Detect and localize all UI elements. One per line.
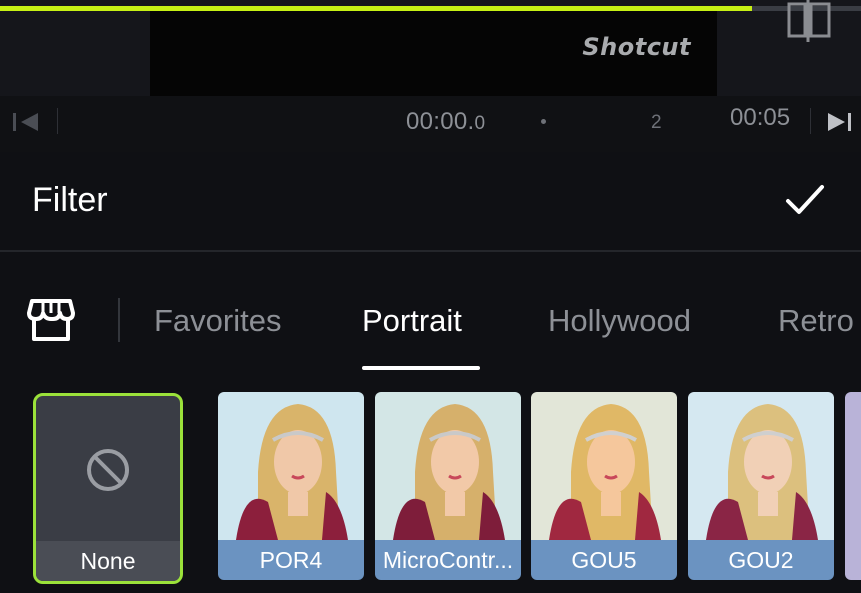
filter-tile-microcontrast[interactable]: MicroContr... [375,392,521,580]
filter-thumbnail [688,392,834,540]
current-time-main: 00:00. [406,108,475,135]
compare-icon[interactable] [786,0,834,44]
filter-label: None [36,541,180,581]
filter-thumbnail [531,392,677,540]
tabs-divider [118,298,120,342]
tab-retro[interactable]: Retro [778,303,854,339]
skip-to-end-icon[interactable] [826,111,856,133]
filter-label: GOU5 [531,540,677,580]
active-tab-indicator [362,366,480,370]
filter-thumbnail [218,392,364,540]
tab-portrait[interactable]: Portrait [362,303,462,339]
filter-tile-gou2[interactable]: GOU2 [688,392,834,580]
tab-hollywood[interactable]: Hollywood [548,303,691,339]
skip-to-start-icon[interactable] [12,111,42,133]
filter-tile-por4[interactable]: POR4 [218,392,364,580]
video-frame[interactable]: Shotcut [150,11,717,96]
current-time: 00:00.0 [406,108,485,136]
watermark: Shotcut [582,33,691,61]
tab-favorites[interactable]: Favorites [154,303,281,339]
filter-label: GOU2 [688,540,834,580]
filter-tile-partial[interactable] [845,392,861,580]
store-icon[interactable] [26,297,76,343]
current-time-fraction: 0 [474,113,486,134]
end-time: 00:05 [730,104,791,131]
page-title: Filter [32,181,108,219]
timeline-divider [810,108,811,134]
filter-tile-none[interactable]: None [33,393,183,584]
timeline-tick [541,119,546,124]
timeline-divider [57,108,58,134]
filter-label: MicroContr... [375,540,521,580]
filter-label: POR4 [218,540,364,580]
check-icon[interactable] [783,180,827,220]
filter-tile-gou5[interactable]: GOU5 [531,392,677,580]
no-filter-icon [87,449,129,491]
timeline-tick-label: 2 [651,112,662,133]
filter-thumbnail [375,392,521,540]
header-divider [0,250,861,252]
